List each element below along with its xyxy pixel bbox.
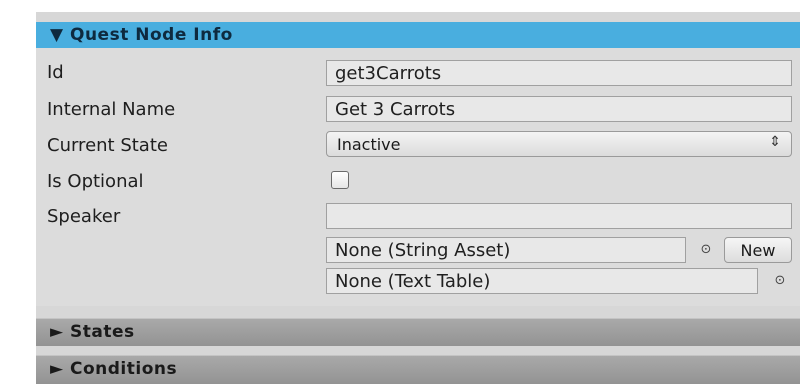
speaker-label: Speaker — [47, 206, 121, 227]
string-asset-field[interactable]: None (String Asset) — [326, 237, 686, 263]
is-optional-label: Is Optional — [47, 171, 144, 192]
object-picker-icon[interactable]: ⊙ — [772, 273, 788, 289]
header-title: Quest Node Info — [70, 25, 233, 45]
new-string-asset-button[interactable]: New — [724, 237, 792, 263]
expand-arrow-icon: ▼ — [50, 25, 64, 45]
states-foldout-label: ► States — [50, 322, 135, 342]
quest-node-info-title: ▼ Quest Node Info — [50, 25, 233, 45]
speaker-field[interactable] — [326, 203, 792, 229]
foldout-title: States — [70, 322, 135, 342]
current-state-label: Current State — [47, 135, 168, 156]
foldout-title: Conditions — [70, 359, 178, 379]
states-foldout[interactable]: ► States — [36, 318, 800, 346]
quest-node-info-header[interactable]: ▼ Quest Node Info — [36, 22, 800, 48]
current-state-value: Inactive — [337, 135, 401, 154]
dropdown-arrows-icon: ⇕ — [769, 134, 781, 150]
conditions-foldout-label: ► Conditions — [50, 359, 177, 379]
text-table-field[interactable]: None (Text Table) — [326, 268, 758, 294]
collapse-arrow-icon: ► — [50, 322, 64, 342]
object-picker-icon[interactable]: ⊙ — [698, 242, 714, 258]
is-optional-checkbox[interactable] — [331, 171, 349, 189]
collapse-arrow-icon: ► — [50, 359, 64, 379]
current-state-dropdown[interactable]: Inactive ⇕ — [326, 131, 792, 157]
id-label: Id — [47, 62, 64, 83]
internal-name-field[interactable]: Get 3 Carrots — [326, 96, 792, 122]
internal-name-label: Internal Name — [47, 99, 176, 120]
conditions-foldout[interactable]: ► Conditions — [36, 355, 800, 384]
id-field[interactable]: get3Carrots — [326, 60, 792, 86]
